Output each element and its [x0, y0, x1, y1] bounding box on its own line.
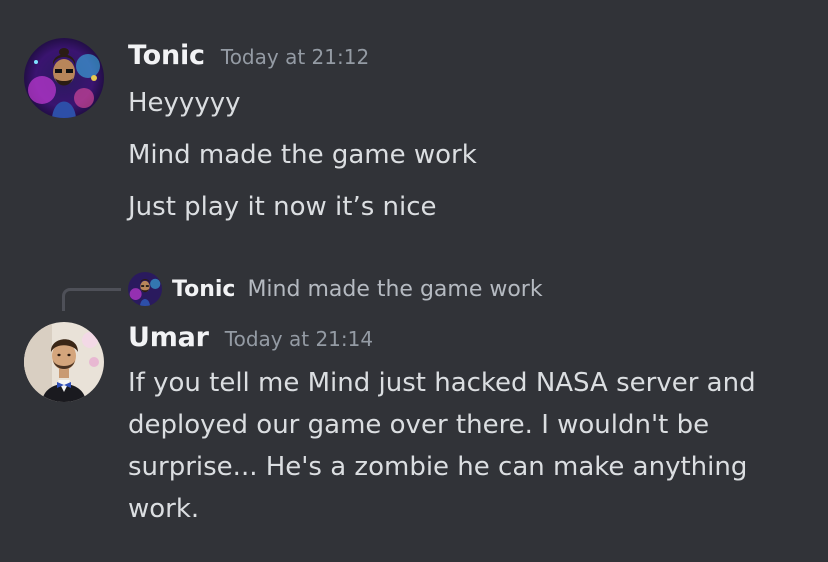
message-text: Heyyyyy: [128, 88, 241, 118]
message-text: Mind made the game work: [128, 140, 477, 170]
message-header: Tonic Today at 21:12: [128, 40, 369, 71]
username[interactable]: Umar: [128, 322, 209, 353]
reply-connector: [62, 288, 121, 311]
timestamp: Today at 21:14: [224, 327, 374, 351]
user-avatar-tonic-icon: [24, 38, 104, 118]
avatar[interactable]: [24, 322, 104, 402]
avatar[interactable]: [24, 38, 104, 118]
message-text: If you tell me Mind just hacked NASA ser…: [128, 368, 756, 524]
reply-avatar[interactable]: [128, 272, 162, 306]
timestamp: Today at 21:12: [220, 45, 370, 69]
reply-username[interactable]: Tonic: [172, 277, 235, 302]
user-avatar-umar-icon: [24, 322, 104, 402]
message-header: Umar Today at 21:14: [128, 322, 373, 353]
reply-text[interactable]: Mind made the game work: [247, 277, 542, 302]
user-avatar-tonic-small-icon: [128, 272, 162, 306]
username[interactable]: Tonic: [128, 40, 205, 71]
message-text: Just play it now it’s nice: [128, 192, 437, 222]
reply-preview[interactable]: Tonic Mind made the game work: [128, 272, 543, 306]
